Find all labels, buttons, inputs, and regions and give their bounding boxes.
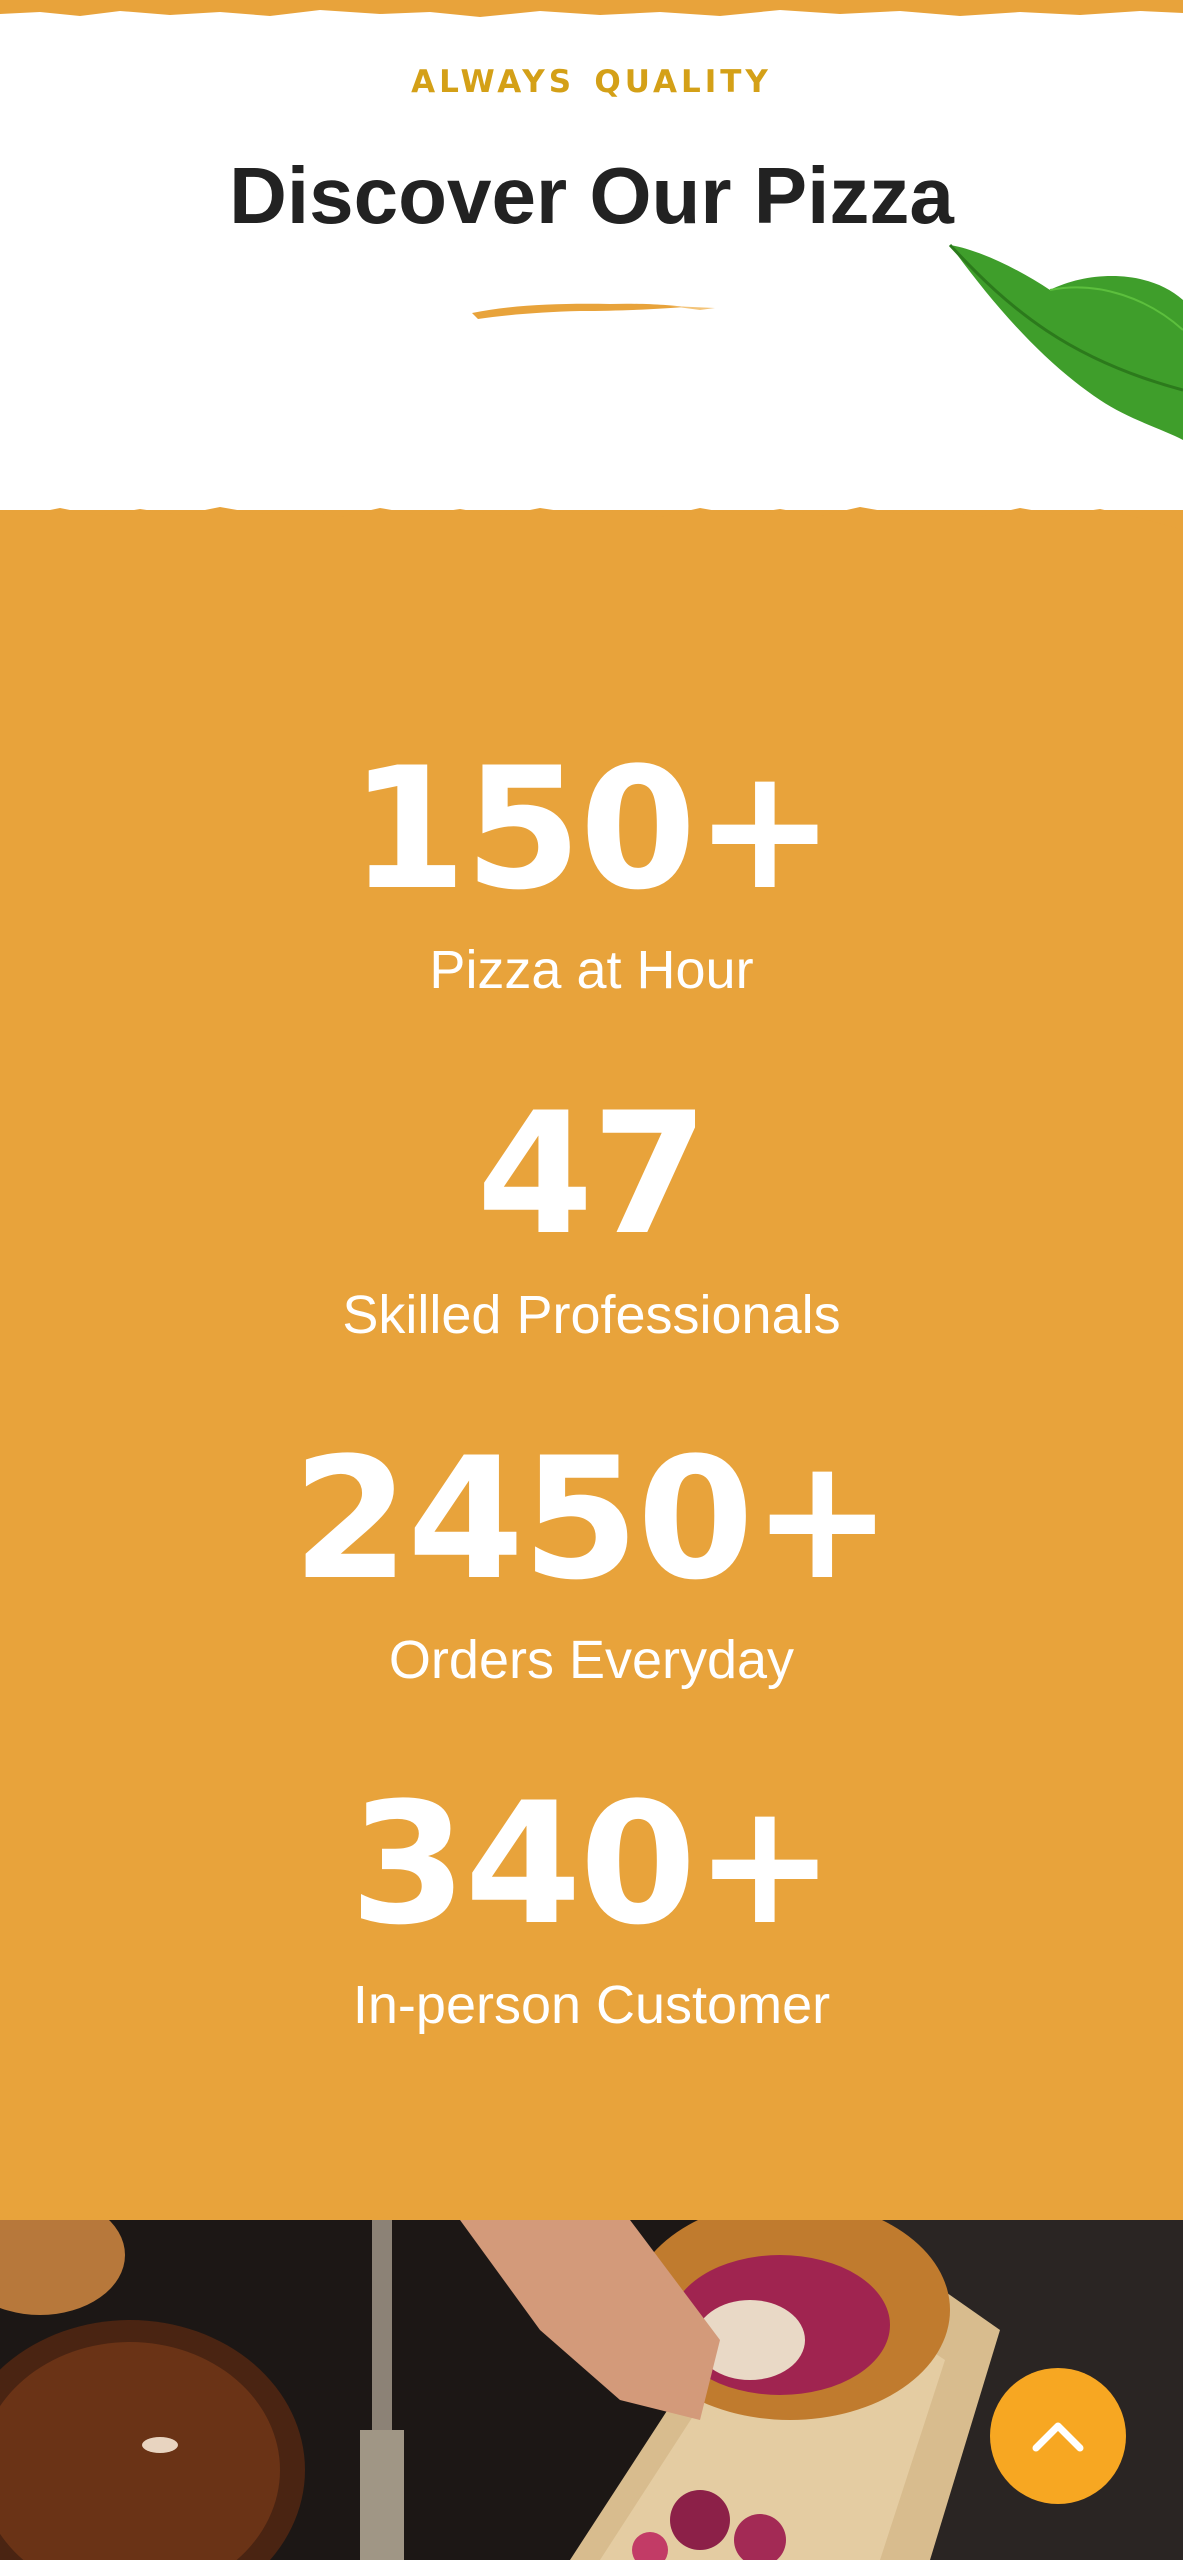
stat-value: 47: [476, 1076, 709, 1272]
stat-pizza-per-hour: 150+ Pizza at Hour: [0, 745, 1183, 997]
stat-value: 2450+: [292, 1421, 892, 1617]
stat-skilled-professionals: 47 Skilled Professionals: [0, 1090, 1183, 1342]
basil-leaf-decoration: [948, 243, 1183, 440]
chevron-up-icon: [1032, 2422, 1084, 2452]
food-photo: [0, 2220, 1183, 2560]
stat-label: In-person Customer: [352, 1975, 831, 2035]
stat-value: 340+: [349, 1766, 835, 1962]
food-photo-illustration: [0, 2220, 1183, 2560]
stat-label: Orders Everyday: [388, 1630, 795, 1690]
stat-orders-everyday: 2450+ Orders Everyday: [0, 1435, 1183, 1687]
scroll-to-top-button[interactable]: [990, 2368, 1126, 2504]
section-eyebrow: always quality: [411, 52, 772, 103]
stat-label: Skilled Professionals: [342, 1285, 841, 1345]
stat-in-person-customers: 340+ In-person Customer: [0, 1780, 1183, 2032]
discover-pizza-header: always quality Discover Our Pizza: [0, 0, 1183, 540]
stat-value: 150+: [349, 731, 835, 927]
brush-stroke-divider: [472, 303, 715, 319]
section-title: Discover Our Pizza: [229, 151, 954, 240]
torn-paper-edge-bottom: [0, 507, 1183, 550]
stat-label: Pizza at Hour: [429, 940, 754, 1000]
torn-paper-edge-top: [0, 10, 1183, 30]
